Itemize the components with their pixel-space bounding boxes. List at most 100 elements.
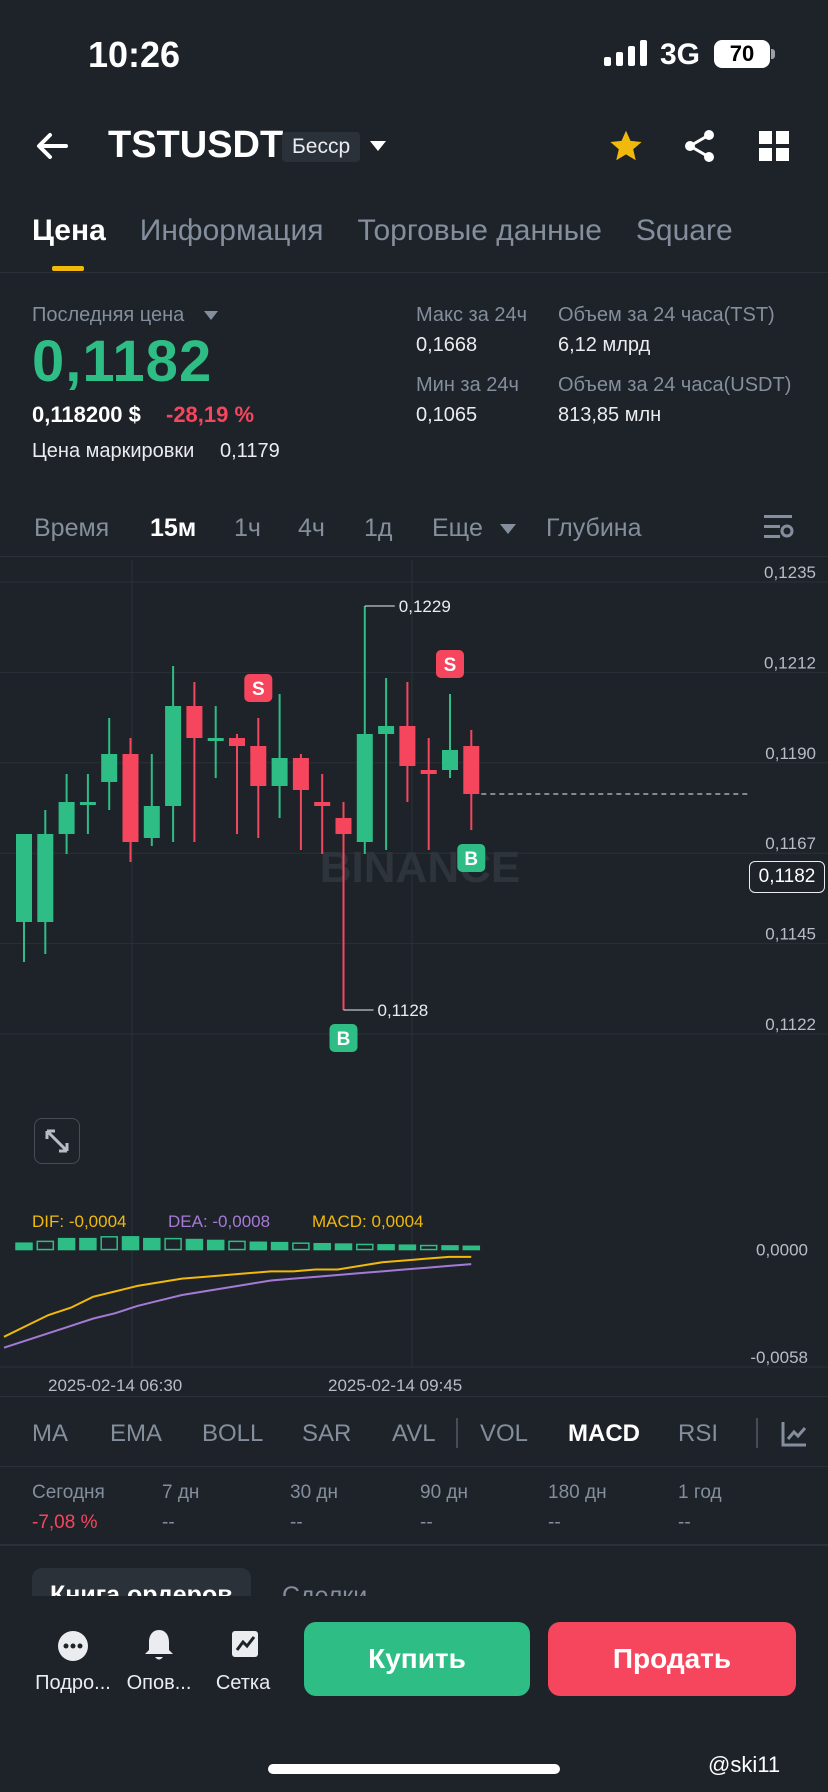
chevron-down-icon[interactable] bbox=[368, 136, 388, 161]
macd-bar bbox=[228, 1240, 246, 1251]
indicator-avl[interactable]: AVL bbox=[392, 1420, 436, 1448]
macd-bar bbox=[36, 1240, 55, 1251]
divider bbox=[0, 1466, 828, 1467]
macd-bar bbox=[100, 1236, 118, 1251]
macd-bar bbox=[121, 1236, 140, 1251]
perf-label: Сегодня bbox=[32, 1482, 105, 1503]
caret-down-icon[interactable] bbox=[204, 309, 218, 327]
chart-settings-icon[interactable] bbox=[762, 512, 794, 547]
grid-menu-icon[interactable] bbox=[758, 130, 790, 167]
price-axis-label: 0,1167 bbox=[765, 834, 816, 853]
perf-label: 90 дн bbox=[420, 1482, 468, 1503]
more-icon[interactable] bbox=[57, 1630, 89, 1667]
candle-body bbox=[207, 738, 224, 741]
candle-body bbox=[229, 738, 245, 746]
current-price-tag: 0,1182 bbox=[749, 861, 825, 893]
low-label: 0,1128 bbox=[378, 1001, 429, 1020]
macd-bar bbox=[270, 1241, 289, 1251]
buy-button[interactable]: Купить bbox=[304, 1622, 530, 1696]
tab-price[interactable]: Цена bbox=[32, 214, 106, 248]
tf-time[interactable]: Время bbox=[34, 514, 109, 543]
candle-body bbox=[271, 758, 288, 786]
share-icon[interactable] bbox=[682, 128, 718, 169]
tf-1d[interactable]: 1д bbox=[364, 514, 393, 543]
divider bbox=[456, 1418, 458, 1448]
expand-icon[interactable] bbox=[34, 1118, 80, 1164]
marker-label: S bbox=[444, 655, 457, 676]
grid-bot-icon[interactable] bbox=[229, 1628, 261, 1665]
last-price: 0,1182 bbox=[32, 329, 213, 394]
macd-bar bbox=[164, 1237, 182, 1251]
indicator-sar[interactable]: SAR bbox=[302, 1420, 351, 1448]
indicator-boll[interactable]: BOLL bbox=[202, 1420, 263, 1448]
macd-dif-label: DIF: -0,0004 bbox=[32, 1212, 127, 1231]
indicator-ma[interactable]: MA bbox=[32, 1420, 68, 1448]
candle-body bbox=[463, 746, 480, 794]
tf-1h[interactable]: 1ч bbox=[234, 514, 261, 543]
binance-watermark: BINANCE bbox=[320, 843, 520, 892]
alerts-label[interactable]: Опов... bbox=[114, 1672, 204, 1695]
mark-price-value: 0,1179 bbox=[220, 440, 280, 462]
tf-4h[interactable]: 4ч bbox=[298, 514, 325, 543]
contract-badge[interactable]: Бесср bbox=[282, 132, 361, 162]
divider bbox=[0, 1396, 828, 1397]
bell-icon[interactable] bbox=[143, 1628, 175, 1667]
high-label: 0,1229 bbox=[399, 597, 451, 616]
candlestick-chart[interactable]: 0,1235 0,1212 0,1190 0,1167 0,1145 0,1122 BINA… bbox=[0, 560, 828, 1378]
sell-button[interactable]: Продать bbox=[548, 1622, 796, 1696]
tf-more[interactable]: Еще bbox=[432, 514, 483, 543]
more-label[interactable]: Подро... bbox=[28, 1672, 118, 1695]
candle-body bbox=[335, 818, 352, 834]
caret-down-icon[interactable] bbox=[500, 522, 516, 540]
price-axis-label: 0,1122 bbox=[765, 1015, 816, 1034]
battery-tip bbox=[771, 49, 775, 59]
macd-bar bbox=[377, 1244, 395, 1251]
macd-bar bbox=[292, 1242, 310, 1251]
candle-body bbox=[165, 706, 182, 806]
candle-body bbox=[250, 746, 267, 786]
macd-bar bbox=[57, 1237, 76, 1251]
macd-bar bbox=[206, 1239, 225, 1251]
tab-trading-data[interactable]: Торговые данные bbox=[357, 214, 601, 248]
mark-price-label: Цена маркировки bbox=[32, 440, 195, 462]
tf-15m[interactable]: 15м bbox=[150, 514, 196, 543]
price-axis-label: 0,1212 bbox=[764, 653, 816, 672]
macd-bar bbox=[441, 1245, 459, 1251]
candle-body bbox=[37, 834, 54, 922]
home-indicator[interactable] bbox=[268, 1764, 560, 1774]
pair-title[interactable]: TSTUSDT bbox=[108, 124, 283, 167]
tab-info[interactable]: Информация bbox=[140, 214, 324, 248]
candle-body bbox=[186, 706, 203, 738]
perf-label: 7 дн bbox=[162, 1482, 200, 1503]
marker-label: B bbox=[337, 1029, 351, 1050]
perf-label: 30 дн bbox=[290, 1482, 338, 1503]
macd-axis-label: 0,0000 bbox=[756, 1241, 808, 1260]
grid-label[interactable]: Сетка bbox=[198, 1672, 288, 1695]
indicator-vol[interactable]: VOL bbox=[480, 1420, 528, 1448]
candle-body bbox=[314, 802, 331, 806]
last-price-label[interactable]: Последняя цена bbox=[32, 304, 184, 327]
macd-bar bbox=[462, 1245, 481, 1251]
marker-label: B bbox=[464, 849, 478, 870]
macd-bar bbox=[398, 1244, 417, 1251]
indicator-ema[interactable]: EMA bbox=[110, 1420, 162, 1448]
vol-base-label: Объем за 24 часа(TST) bbox=[558, 304, 775, 326]
star-icon[interactable] bbox=[608, 128, 644, 169]
tf-depth[interactable]: Глубина bbox=[546, 514, 642, 543]
main-tabs: Цена Информация Торговые данные Square bbox=[32, 214, 767, 248]
tab-square[interactable]: Square bbox=[636, 214, 733, 248]
vol-quote-label: Объем за 24 часа(USDT) bbox=[558, 374, 792, 396]
battery-icon: 70 bbox=[714, 40, 770, 68]
candle-body bbox=[356, 734, 373, 842]
candle-body bbox=[143, 806, 160, 838]
vol-quote-value: 813,85 млн bbox=[558, 404, 662, 426]
indicator-settings-icon[interactable] bbox=[780, 1420, 808, 1453]
candle-body bbox=[420, 770, 437, 774]
indicator-macd[interactable]: MACD bbox=[568, 1420, 640, 1448]
price-axis-label: 0,1190 bbox=[765, 744, 816, 763]
low-label: Мин за 24ч bbox=[416, 374, 519, 396]
back-icon[interactable] bbox=[32, 126, 72, 166]
vol-base-value: 6,12 млрд bbox=[558, 334, 651, 356]
indicator-rsi[interactable]: RSI bbox=[678, 1420, 718, 1448]
perf-value: -- bbox=[162, 1512, 175, 1533]
